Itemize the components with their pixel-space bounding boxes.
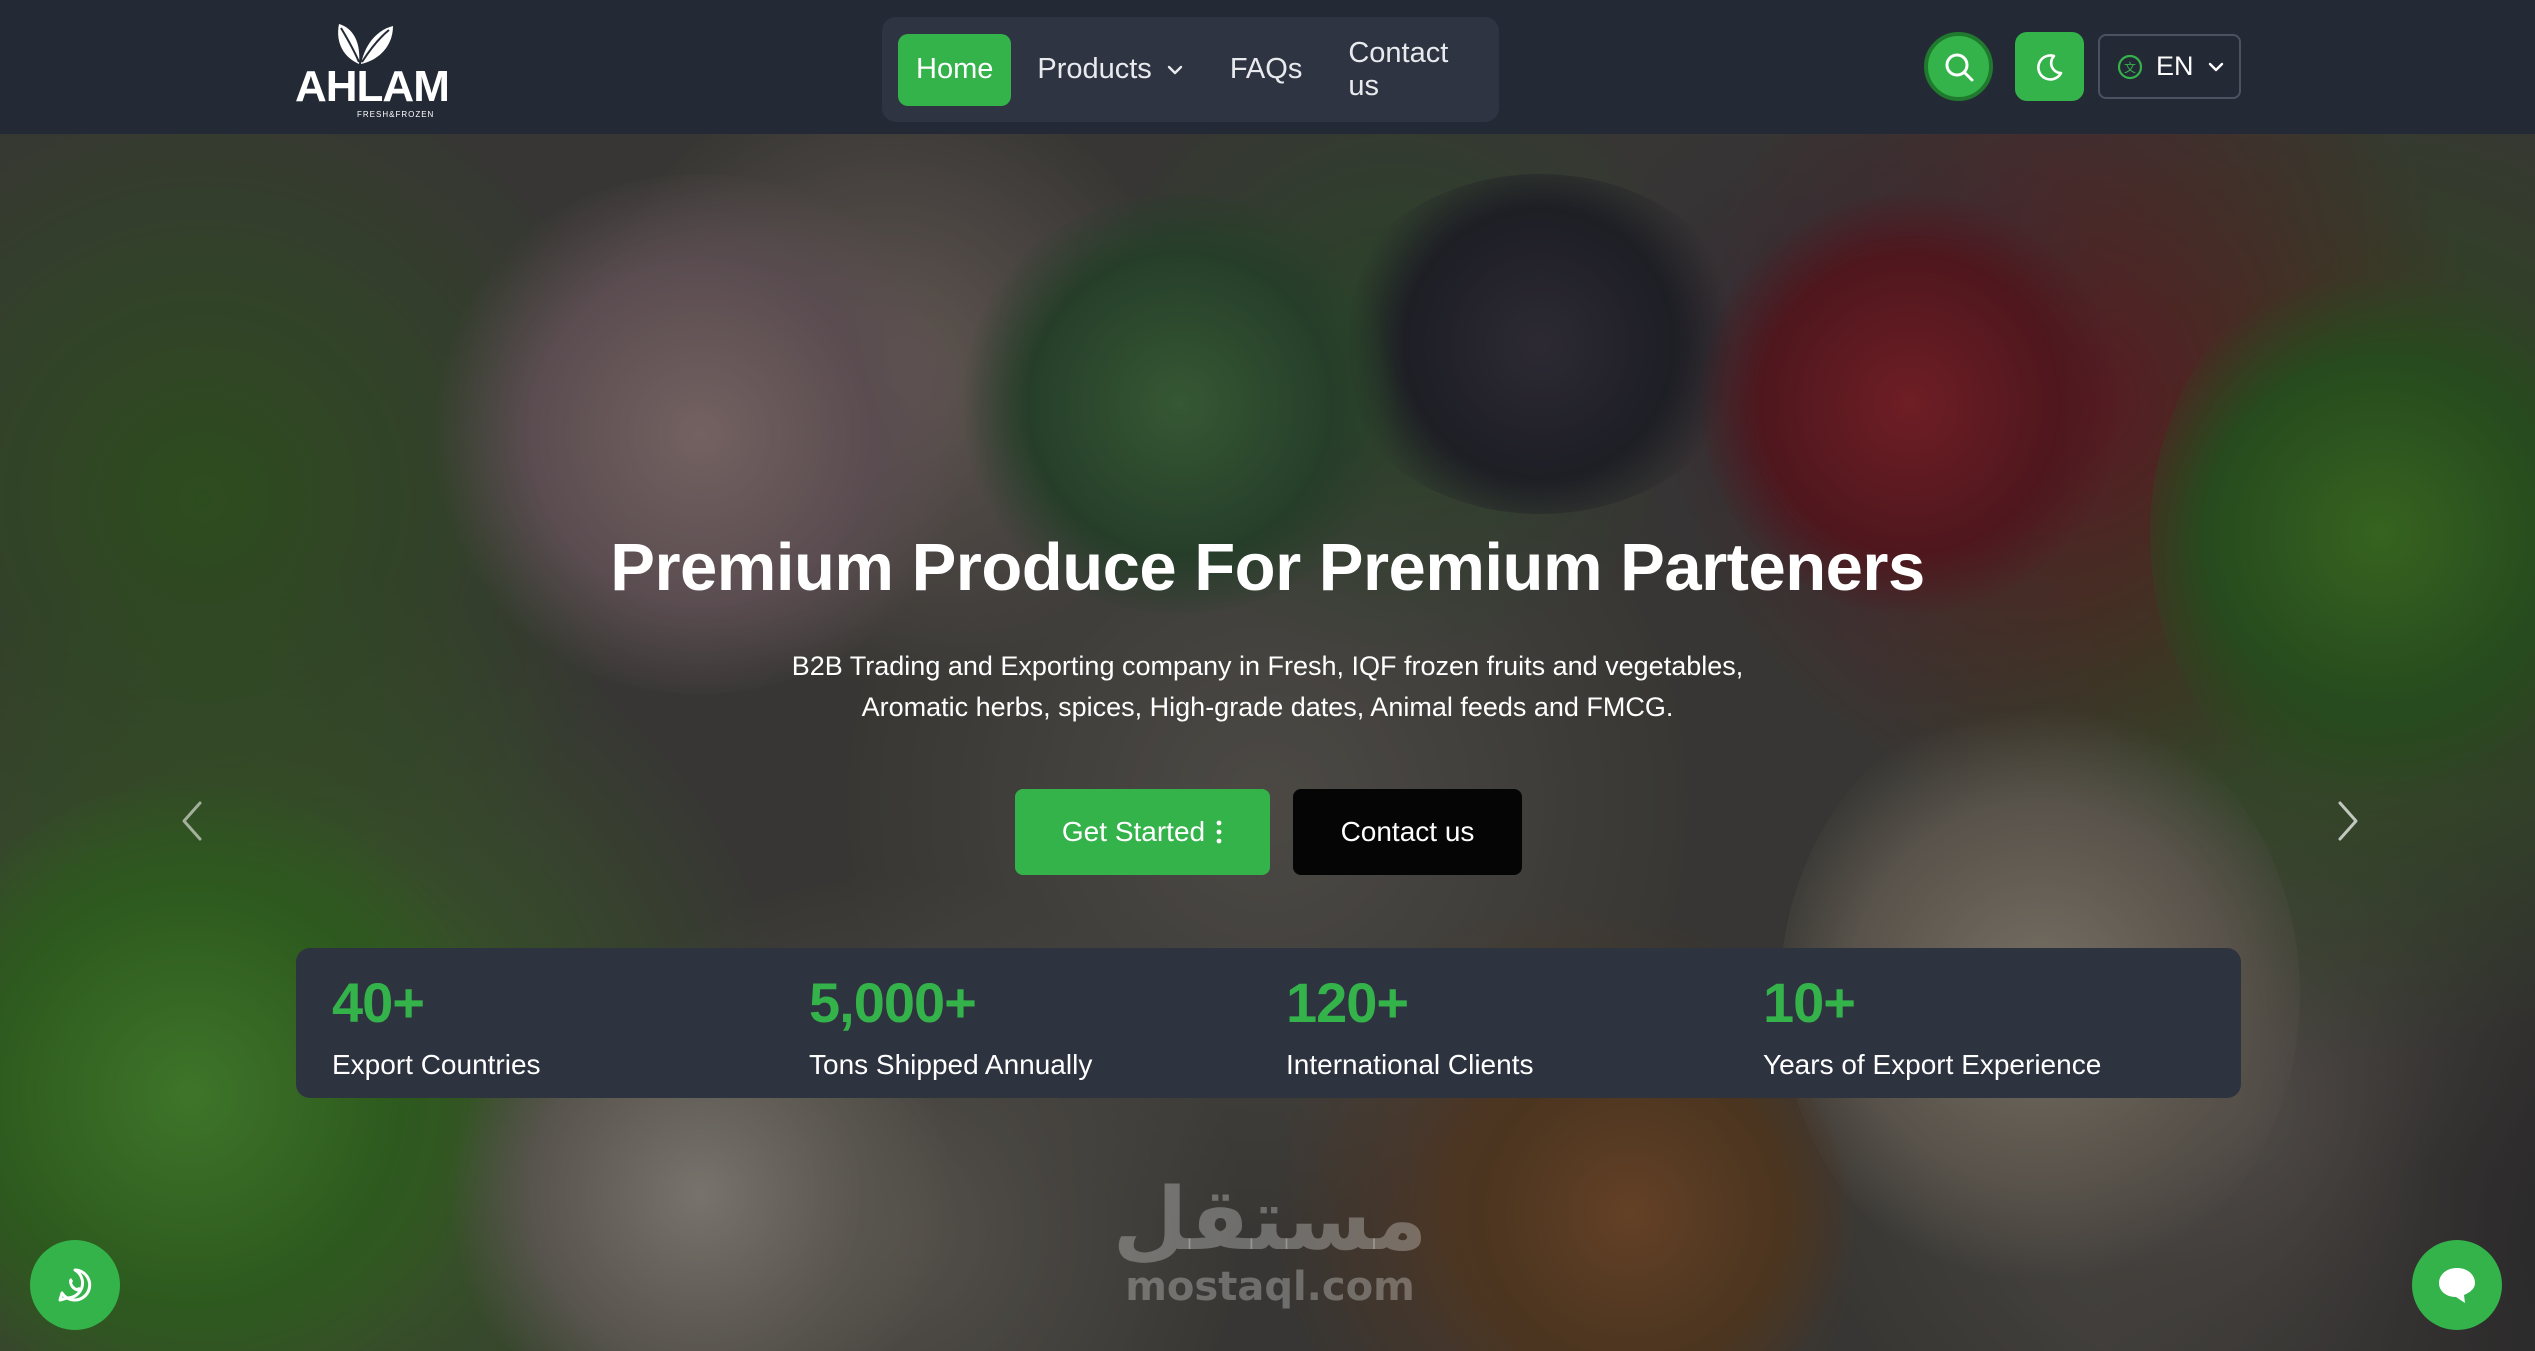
stat-label: International Clients: [1286, 1049, 1534, 1080]
stat-label: Tons Shipped Annually: [809, 1049, 1093, 1080]
watermark-arabic: مستقل: [1112, 1170, 1428, 1270]
nav-item-products-label: Products: [1037, 53, 1152, 85]
site-header: AHLAM FRESH&FROZEN Home Products FAQs Co…: [0, 0, 2535, 134]
chat-button[interactable]: [2412, 1240, 2502, 1330]
watermark-latin: mostaql.com: [1125, 1264, 1415, 1310]
stat-international-clients: 120+ International Clients: [1286, 970, 1533, 1081]
brand-name: AHLAM: [295, 62, 450, 111]
moon-icon: [2036, 53, 2062, 81]
main-nav: Home Products FAQs Contact us: [882, 17, 1499, 122]
stat-value: 10+: [1763, 971, 1856, 1034]
carousel-next-icon[interactable]: [2328, 791, 2368, 851]
stat-value: 120+: [1286, 971, 1409, 1034]
stats-bar: 40+ Export Countries 5,000+ Tons Shipped…: [296, 948, 2241, 1098]
chevron-down-icon: [2208, 62, 2223, 71]
get-started-button[interactable]: Get Started: [1015, 789, 1270, 875]
whatsapp-icon: [58, 1268, 92, 1302]
hero-title: Premium Produce For Premium Parteners: [610, 530, 1925, 605]
get-started-label: Get Started: [1061, 816, 1206, 847]
nav-item-contact[interactable]: Contact us: [1328, 34, 1499, 106]
leaf-icon: [338, 24, 393, 64]
stat-value: 5,000+: [809, 971, 977, 1034]
whatsapp-button[interactable]: [30, 1240, 120, 1330]
chat-bubble-icon: [2439, 1268, 2475, 1303]
contact-us-button[interactable]: Contact us: [1293, 789, 1522, 875]
more-vertical-icon: [1216, 820, 1222, 844]
chevron-down-icon: [1167, 65, 1183, 74]
stat-value: 40+: [332, 971, 425, 1034]
hero-subtitle-line: Aromatic herbs, spices, High-grade dates…: [861, 692, 1674, 722]
stat-tons-shipped: 5,000+ Tons Shipped Annually: [809, 970, 1092, 1081]
stat-years-experience: 10+ Years of Export Experience: [1763, 970, 2101, 1081]
brand-tagline: FRESH&FROZEN: [357, 110, 435, 119]
language-icon: 文: [2117, 54, 2143, 79]
search-icon: [1945, 53, 1973, 81]
svg-text:文: 文: [2124, 60, 2136, 75]
stat-label: Export Countries: [332, 1049, 541, 1080]
hero-subtitle: B2B Trading and Exporting company in Fre…: [0, 646, 2535, 728]
language-selector[interactable]: 文 EN: [2098, 34, 2241, 99]
stat-label: Years of Export Experience: [1763, 1049, 2102, 1080]
theme-toggle-button[interactable]: [2015, 32, 2084, 101]
hero-overlay: [0, 134, 2535, 1351]
search-button[interactable]: [1924, 32, 1993, 101]
hero-section: [0, 134, 2535, 1351]
carousel-prev-icon[interactable]: [172, 791, 212, 851]
brand-logo[interactable]: AHLAM FRESH&FROZEN: [295, 18, 450, 119]
nav-item-products[interactable]: Products: [1017, 34, 1203, 106]
watermark: مستقل mostaql.com: [1110, 1175, 1430, 1309]
stat-export-countries: 40+ Export Countries: [332, 970, 541, 1081]
nav-item-home[interactable]: Home: [898, 33, 1012, 106]
nav-item-faqs[interactable]: FAQs: [1210, 34, 1323, 106]
language-label: EN: [2156, 51, 2194, 81]
hero-subtitle-line: B2B Trading and Exporting company in Fre…: [791, 651, 1744, 681]
